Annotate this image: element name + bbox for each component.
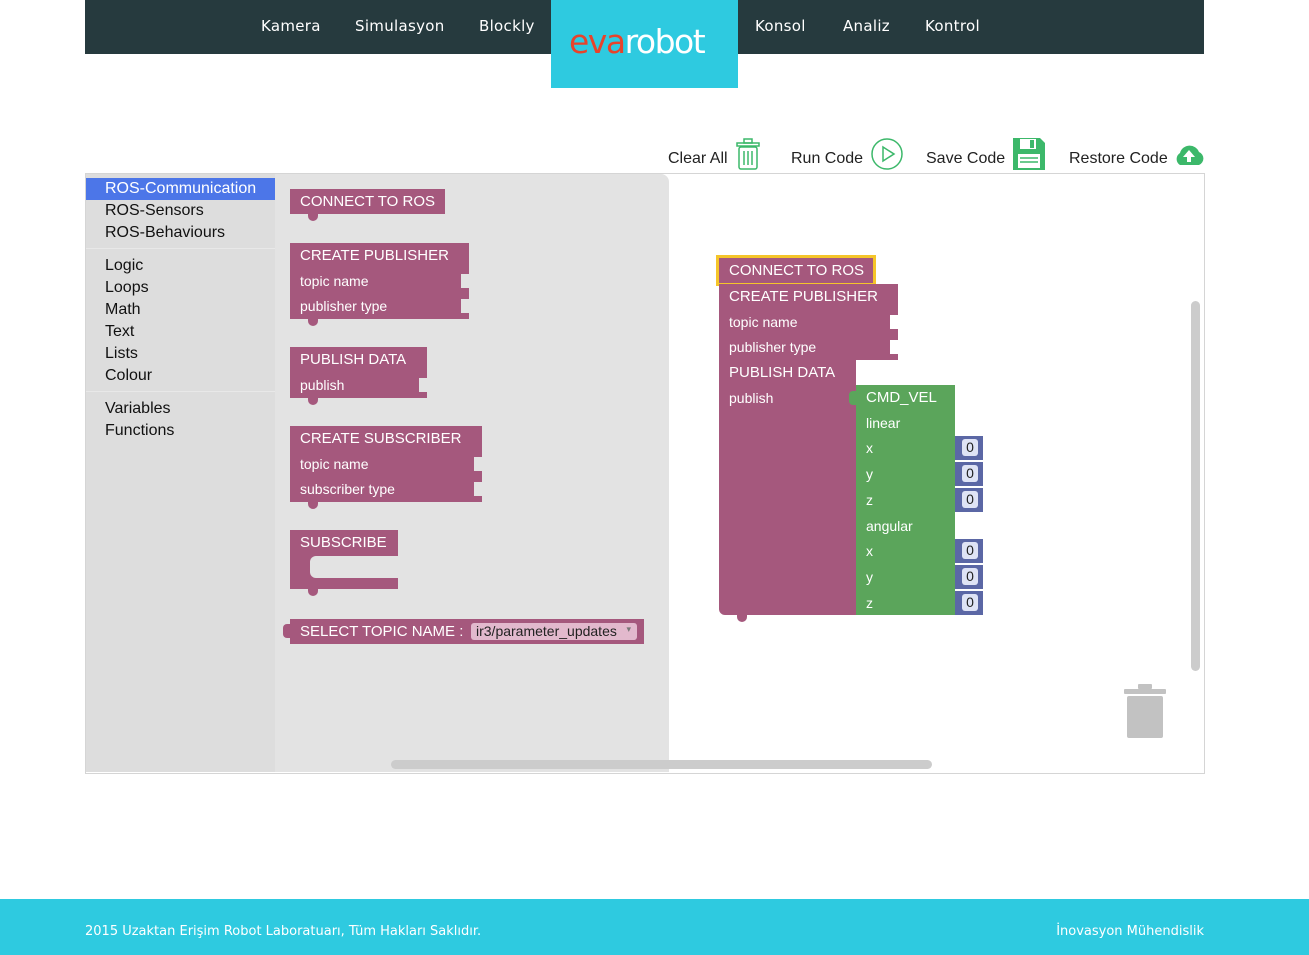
flyout-connect-to-ros-block[interactable]: CONNECT TO ROS	[290, 189, 445, 221]
number-block-angular-z[interactable]: 0	[955, 591, 983, 615]
flyout-create-publisher-block[interactable]: CREATE PUBLISHER topic name publisher ty…	[290, 243, 469, 326]
nav-analiz[interactable]: Analiz	[843, 17, 890, 35]
toolbox-ros-sensors[interactable]: ROS-Sensors	[86, 200, 275, 222]
restore-code-label: Restore Code	[1069, 150, 1168, 167]
canvas-connect-to-ros-block[interactable]: CONNECT TO ROS	[716, 255, 876, 286]
blockly-toolbox: ROS-Communication ROS-Sensors ROS-Behavi…	[86, 174, 275, 772]
save-code-label: Save Code	[926, 150, 1006, 167]
toolbox-math[interactable]: Math	[86, 299, 275, 321]
clear-all-button[interactable]: Clear All	[668, 131, 761, 171]
horizontal-scrollbar[interactable]	[391, 760, 932, 769]
nav-simulasyon[interactable]: Simulasyon	[355, 17, 445, 35]
nav-kontrol[interactable]: Kontrol	[925, 17, 980, 35]
flyout-subscribe-block[interactable]: SUBSCRIBE	[290, 530, 398, 596]
nav-blockly[interactable]: Blockly	[479, 17, 535, 35]
workspace-trash-icon[interactable]	[1124, 683, 1166, 739]
number-block-angular-y[interactable]: 0	[955, 565, 983, 589]
flyout-publish-data-block[interactable]: PUBLISH DATA publish	[290, 347, 427, 405]
footer: 2015 Uzaktan Erişim Robot Laboratuarı, T…	[0, 899, 1309, 955]
toolbox-ros-behaviours[interactable]: ROS-Behaviours	[86, 222, 275, 244]
toolbox-variables[interactable]: Variables	[86, 398, 275, 420]
toolbox-functions[interactable]: Functions	[86, 420, 275, 442]
nav-konsol[interactable]: Konsol	[755, 17, 806, 35]
number-block-linear-z[interactable]: 0	[955, 488, 983, 512]
logo[interactable]: evarobot	[551, 0, 738, 88]
toolbox-lists[interactable]: Lists	[86, 343, 275, 365]
run-code-label: Run Code	[791, 150, 864, 167]
toolbox-separator	[86, 391, 275, 392]
toolbox-loops[interactable]: Loops	[86, 277, 275, 299]
clear-all-label: Clear All	[668, 150, 728, 167]
save-code-button[interactable]: Save Code	[926, 131, 1046, 171]
flyout-create-subscriber-block[interactable]: CREATE SUBSCRIBER topic name subscriber …	[290, 426, 482, 509]
toolbox-logic[interactable]: Logic	[86, 255, 275, 277]
copyright-text: 2015 Uzaktan Erişim Robot Laboratuarı, T…	[85, 924, 482, 939]
restore-code-button[interactable]: Restore Code	[1069, 131, 1206, 171]
number-block-angular-x[interactable]: 0	[955, 539, 983, 563]
canvas-create-publisher-block[interactable]: CREATE PUBLISHER topic name publisher ty…	[719, 284, 898, 360]
toolbox-ros-communication[interactable]: ROS-Communication	[86, 178, 275, 200]
nav-kamera[interactable]: Kamera	[261, 17, 321, 35]
cloud-upload-icon	[1176, 145, 1204, 165]
flyout-select-topic-name-block[interactable]: SELECT TOPIC NAME : ir3/parameter_update…	[283, 619, 644, 644]
canvas-publish-data-block[interactable]: PUBLISH DATA publish	[719, 360, 856, 622]
run-code-button[interactable]: Run Code	[791, 131, 904, 171]
number-block-linear-x[interactable]: 0	[955, 436, 983, 460]
chevron-down-icon: ▾	[626, 624, 631, 634]
trash-icon	[735, 138, 760, 170]
cmd-vel-block[interactable]: CMD_VEL linear x y z angular x y z	[849, 385, 955, 615]
toolbox-text[interactable]: Text	[86, 321, 275, 343]
play-icon	[871, 138, 903, 170]
number-block-linear-y[interactable]: 0	[955, 462, 983, 486]
company-name: İnovasyon Mühendislik	[1056, 924, 1204, 939]
floppy-disk-icon	[1013, 138, 1046, 170]
toolbox-separator	[86, 248, 275, 249]
toolbox-colour[interactable]: Colour	[86, 365, 275, 387]
topic-dropdown[interactable]: ir3/parameter_updates ▾	[471, 623, 637, 640]
vertical-scrollbar[interactable]	[1191, 301, 1200, 671]
